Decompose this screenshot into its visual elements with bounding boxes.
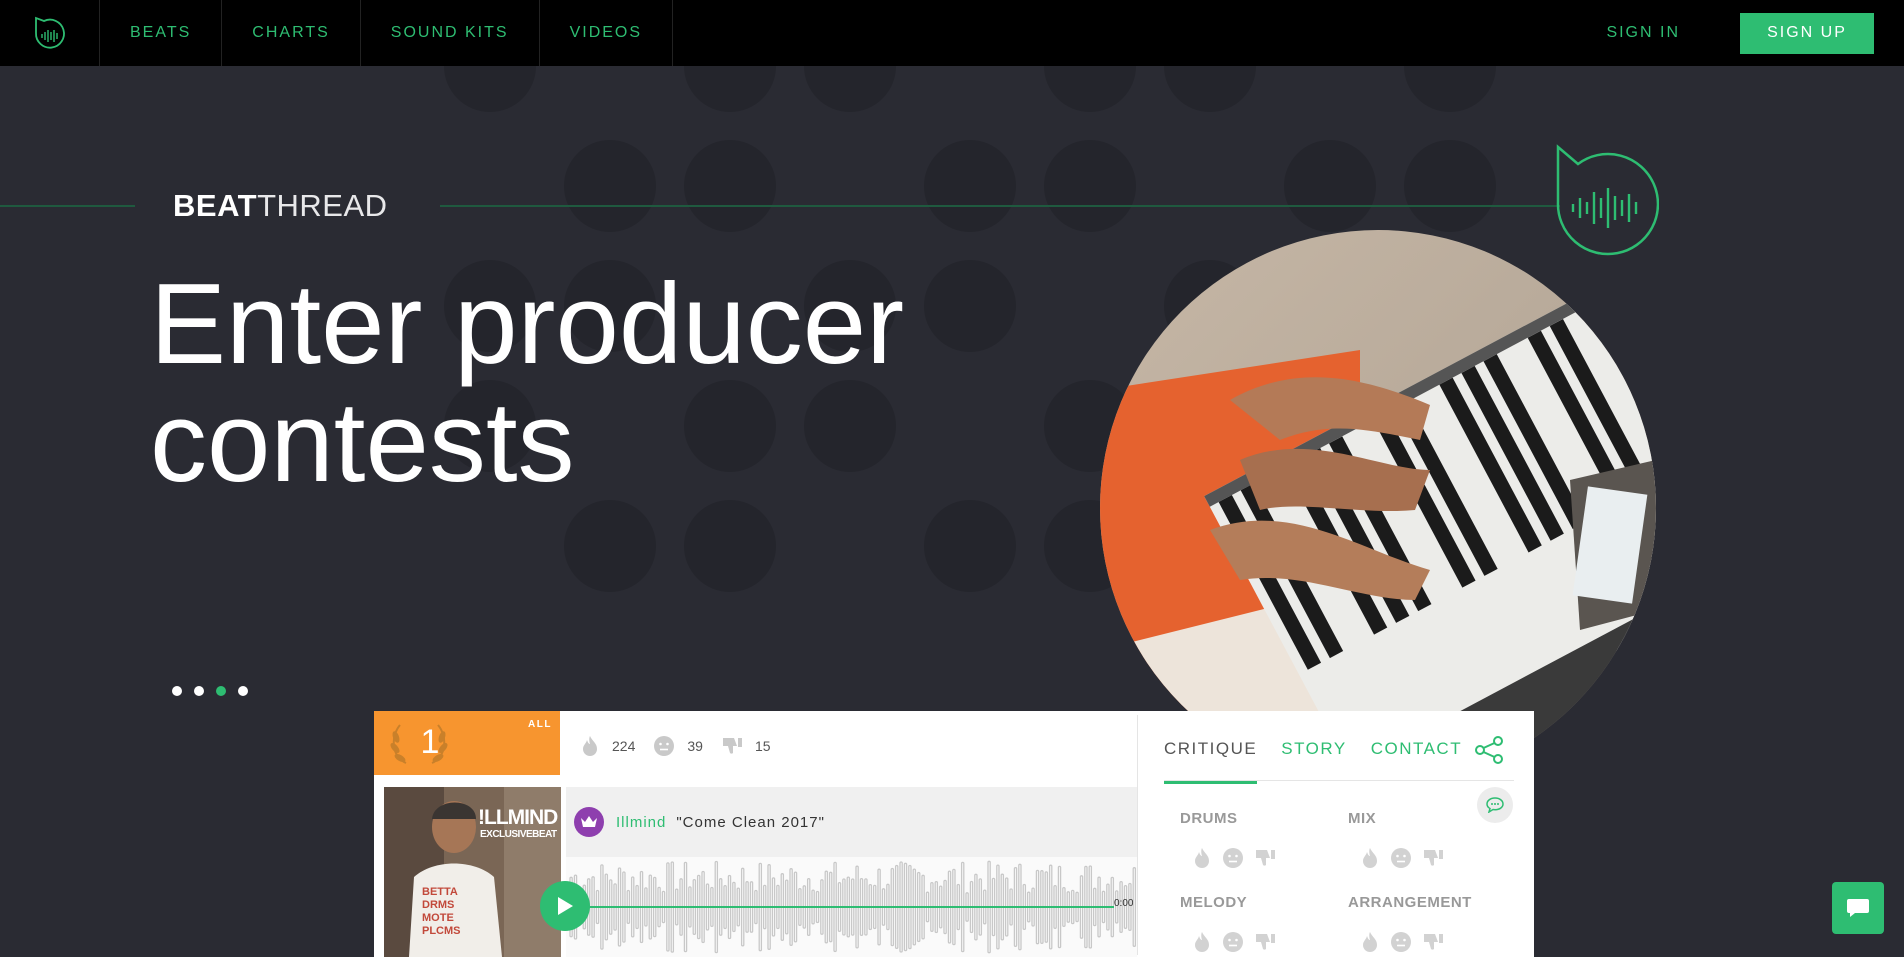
rank-badge: 1 ALL (374, 711, 560, 775)
track-time: 0:00 (1114, 898, 1134, 909)
tab-critique[interactable]: CRITIQUE (1164, 739, 1258, 784)
hero-headline-line-2: contests (150, 379, 575, 506)
comment-icon (1486, 797, 1504, 813)
hero-line-left (0, 205, 135, 207)
sign-up-button[interactable]: SIGN UP (1740, 12, 1874, 54)
thumbs-down-icon[interactable] (1422, 931, 1444, 957)
critique-melody-votes (1192, 931, 1276, 957)
beatthread-logo-icon[interactable] (0, 0, 100, 66)
carousel-dot[interactable] (172, 686, 182, 696)
thumbs-down-icon[interactable] (1254, 931, 1276, 957)
sign-in-link[interactable]: SIGN IN (1606, 24, 1680, 42)
dislike-count: 15 (754, 738, 771, 754)
neutral-face-icon[interactable] (1390, 847, 1412, 874)
dislike-stat[interactable]: 15 (721, 735, 771, 757)
track-title: "Come Clean 2017" (676, 813, 825, 831)
card-divider (1137, 715, 1138, 955)
fire-count: 224 (612, 738, 636, 754)
neutral-stat[interactable]: 39 (653, 735, 703, 757)
hero-headline-line-1: Enter producer (150, 261, 905, 388)
track-waveform[interactable] (566, 857, 1137, 957)
thumbs-down-icon[interactable] (1422, 847, 1444, 874)
critique-arrangement-label: ARRANGEMENT (1348, 894, 1472, 911)
crown-badge-icon (574, 807, 604, 837)
rank-number: 1 (420, 723, 440, 761)
chat-icon (1847, 899, 1869, 917)
share-icon[interactable] (1474, 735, 1504, 765)
carousel-pager (172, 686, 248, 696)
tabs-underline (1164, 780, 1514, 781)
nav-sound-kits[interactable]: SOUND KITS (361, 0, 540, 66)
svg-text:DRMS: DRMS (422, 899, 454, 911)
thumbs-down-icon[interactable] (1254, 847, 1276, 874)
track-cover-art[interactable]: BETTA DRMS MOTE PLCMS !LLMIND EXCLUSIVEBEAT (384, 787, 561, 957)
svg-text:PLCMS: PLCMS (422, 925, 461, 937)
cover-title: !LLMIND (478, 806, 558, 829)
fire-icon (583, 736, 597, 756)
producer-link[interactable]: Illmind (616, 814, 666, 831)
carousel-dot[interactable] (238, 686, 248, 696)
critique-drums-label: DRUMS (1180, 810, 1238, 827)
fire-icon[interactable] (1360, 931, 1380, 957)
top-nav: BEATS CHARTS SOUND KITS VIDEOS SIGN IN S… (0, 0, 1904, 66)
svg-text:MOTE: MOTE (422, 912, 454, 924)
beatthread-wordmark: BEATTHREAD (173, 188, 388, 223)
fire-stat[interactable]: 224 (580, 735, 635, 757)
cover-subtitle: EXCLUSIVEBEAT (480, 829, 557, 840)
nav-beats[interactable]: BEATS (100, 0, 223, 66)
carousel-dot-active[interactable] (216, 686, 226, 696)
neutral-face-icon (654, 736, 675, 756)
critique-arrangement-votes (1360, 931, 1444, 957)
neutral-face-icon[interactable] (1222, 931, 1244, 957)
comment-button[interactable] (1477, 787, 1513, 823)
critique-mix-label: MIX (1348, 810, 1377, 827)
tab-story[interactable]: STORY (1281, 739, 1346, 784)
play-button[interactable] (540, 881, 590, 931)
fire-icon[interactable] (1192, 847, 1212, 874)
hero-keyboard-photo (1100, 230, 1656, 786)
nav-auth: SIGN IN SIGN UP (1606, 0, 1904, 66)
critique-mix-votes (1360, 847, 1444, 874)
thumbs-down-icon (722, 738, 742, 754)
hero-headline: Enter producer contests (150, 266, 904, 502)
neutral-face-icon[interactable] (1222, 847, 1244, 874)
hero-line-right (440, 205, 1560, 207)
fire-icon[interactable] (1192, 931, 1212, 957)
track-info-bar: Illmind "Come Clean 2017" (566, 787, 1137, 857)
contest-entry-card: 1 ALL 224 39 15 BETTA DRMS MOTE PLCMS !L… (374, 711, 1534, 957)
vote-stats: 224 39 15 (580, 735, 789, 757)
svg-text:BETTA: BETTA (422, 886, 458, 898)
play-icon (558, 897, 573, 915)
card-tabs: CRITIQUE STORY CONTACT (1164, 739, 1486, 784)
critique-drums-votes (1192, 847, 1276, 874)
fire-icon[interactable] (1360, 847, 1380, 874)
neutral-face-icon[interactable] (1390, 931, 1412, 957)
bubble-logo-icon (1556, 144, 1659, 256)
nav-charts[interactable]: CHARTS (222, 0, 361, 66)
critique-melody-label: MELODY (1180, 894, 1248, 911)
nav-videos[interactable]: VIDEOS (540, 0, 674, 66)
chat-widget-button[interactable] (1832, 882, 1884, 934)
rank-scope: ALL (528, 719, 552, 730)
carousel-dot[interactable] (194, 686, 204, 696)
neutral-count: 39 (687, 738, 703, 754)
tab-contact[interactable]: CONTACT (1371, 739, 1462, 784)
